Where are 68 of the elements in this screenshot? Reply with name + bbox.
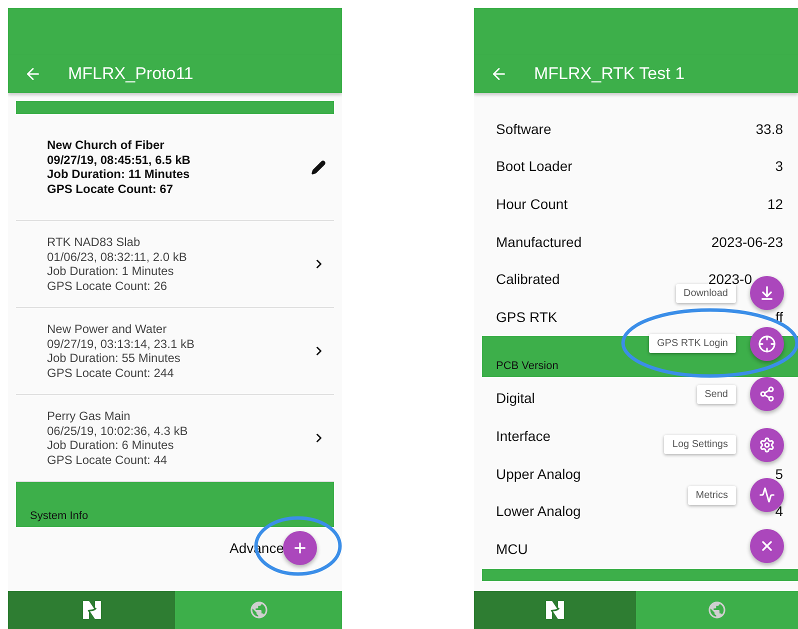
- download-icon: [759, 285, 775, 301]
- plus-icon: [292, 540, 308, 556]
- globe-icon: [248, 600, 268, 620]
- info-value: 3: [775, 158, 783, 174]
- info-label: Software: [496, 120, 552, 137]
- info-label: Boot Loader: [496, 158, 572, 174]
- back-button[interactable]: [24, 65, 42, 83]
- info-label: Calibrated: [496, 271, 560, 288]
- info-label: GPS RTK: [496, 308, 558, 325]
- action-label: GPS RTK Login: [649, 334, 736, 354]
- info-label: Digital: [496, 390, 535, 406]
- close-button[interactable]: [750, 528, 784, 563]
- info-label: Upper Analog: [496, 466, 581, 482]
- logo-icon: [545, 600, 565, 620]
- job-duration: Job Duration: 11 Minutes: [47, 167, 190, 182]
- locate-count: GPS Locate Count: 44: [47, 452, 168, 467]
- crosshair-icon: [758, 334, 776, 353]
- screen-title: MFLRX_RTK Test 1: [534, 64, 685, 84]
- action-label: Metrics: [688, 486, 736, 505]
- locate-count: GPS Locate Count: 244: [47, 366, 175, 380]
- action-button[interactable]: [750, 377, 784, 412]
- action-button[interactable]: [750, 276, 784, 310]
- action-label: Send: [696, 384, 736, 404]
- info-value: 33.8: [756, 120, 783, 137]
- locate-count: GPS Locate Count: 26: [47, 278, 168, 293]
- back-icon: [490, 65, 508, 83]
- job-name: New Power and Water: [47, 322, 168, 336]
- action-button[interactable]: [750, 428, 784, 462]
- job-duration: Job Duration: 6 Minutes: [47, 438, 175, 452]
- settings-icon: [759, 436, 775, 453]
- section-header: System Info: [16, 482, 334, 527]
- job-name: RTK NAD83 Slab: [47, 235, 142, 250]
- job-row[interactable]: New Power and Water 09/27/19, 03:13:14, 23.1 kB Job Duration: 55 Minutes GPS Locate Count: 244: [16, 308, 334, 395]
- job-duration: Job Duration: 1 Minutes: [47, 264, 175, 278]
- job-details: 06/25/19, 10:02:36, 4.3 kB: [47, 424, 188, 438]
- share-icon: [759, 386, 775, 402]
- info-label: Hour Count: [496, 196, 568, 212]
- info-value: 2023-06-23: [711, 234, 783, 250]
- locate-count: GPS Locate Count: 67: [47, 182, 174, 196]
- action-label: Download: [676, 284, 736, 302]
- globe-icon: [707, 600, 727, 620]
- pencil-icon: [311, 160, 326, 174]
- job-row[interactable]: RTK NAD83 Slab 01/06/23, 08:32:11, 2.0 kB Job Duration: 1 Minutes GPS Locate Count: 26: [16, 221, 334, 308]
- job-duration: Job Duration: 55 Minutes: [47, 351, 182, 366]
- pulse-icon: [759, 487, 775, 504]
- job-name: New Church of Fiber: [47, 138, 166, 152]
- action-label: Log Settings: [664, 435, 736, 454]
- add-button[interactable]: [283, 531, 317, 565]
- back-icon: [24, 65, 42, 83]
- job-details: 01/06/23, 08:32:11, 2.0 kB: [47, 250, 187, 264]
- edit-button[interactable]: [311, 160, 326, 174]
- nav-tab[interactable]: [474, 591, 636, 629]
- info-label: Lower Analog: [496, 503, 581, 520]
- info-value: 12: [767, 196, 783, 212]
- nav-tab[interactable]: [8, 591, 175, 629]
- info-label: Interface: [496, 428, 550, 444]
- job-name: Perry Gas Main: [47, 409, 132, 424]
- screen-title: MFLRX_Proto11: [68, 64, 194, 84]
- job-details: 09/27/19, 08:45:51, 6.5 kB: [47, 152, 190, 167]
- info-label: Manufactured: [496, 234, 582, 250]
- job-row[interactable]: New Church of Fiber 09/27/19, 08:45:51, 6.5 kB Job Duration: 11 Minutes GPS Locate Count: 67: [16, 114, 334, 221]
- info-value: 4: [775, 503, 783, 520]
- info-value: 5: [775, 466, 783, 482]
- action-button[interactable]: [750, 326, 784, 361]
- back-button[interactable]: [490, 65, 508, 83]
- info-label: MCU: [496, 540, 528, 557]
- logo-icon: [82, 600, 102, 620]
- job-details: 09/27/19, 03:13:14, 23.1 kB: [47, 336, 194, 351]
